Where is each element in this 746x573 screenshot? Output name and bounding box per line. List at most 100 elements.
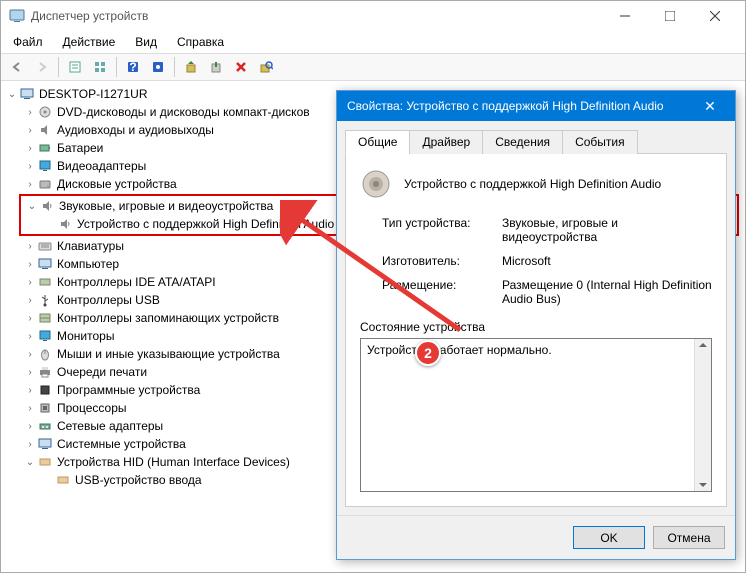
maximize-button[interactable] (647, 2, 692, 30)
expand-icon[interactable]: › (23, 367, 37, 378)
uninstall-button[interactable] (229, 55, 253, 79)
expand-icon[interactable]: › (23, 331, 37, 342)
mouse-icon (37, 346, 53, 362)
cpu-icon (37, 400, 53, 416)
expand-icon[interactable]: › (23, 349, 37, 360)
tree-label: Контроллеры запоминающих устройств (57, 311, 287, 325)
network-icon (37, 418, 53, 434)
disc-icon (37, 104, 53, 120)
expand-icon[interactable]: › (23, 277, 37, 288)
expand-icon[interactable]: › (23, 295, 37, 306)
storage-icon (37, 310, 53, 326)
status-text: Устройство работает нормально. (367, 343, 552, 357)
expand-icon[interactable]: › (23, 313, 37, 324)
display-icon (37, 158, 53, 174)
battery-icon (37, 140, 53, 156)
expand-icon[interactable]: › (23, 125, 37, 136)
hid-icon (55, 472, 71, 488)
audio-icon (37, 122, 53, 138)
disable-button[interactable] (204, 55, 228, 79)
expand-icon[interactable]: › (23, 403, 37, 414)
tree-label: Мониторы (57, 329, 122, 343)
properties-button[interactable] (63, 55, 87, 79)
hid-icon (37, 454, 53, 470)
tree-label: Сетевые адаптеры (57, 419, 171, 433)
tree-label: Очереди печати (57, 365, 155, 379)
properties-dialog: Свойства: Устройство с поддержкой High D… (336, 90, 736, 560)
close-button[interactable] (692, 2, 737, 30)
expand-icon[interactable]: › (23, 143, 37, 154)
expand-icon[interactable]: › (23, 107, 37, 118)
tree-label: Дисковые устройства (57, 177, 185, 191)
tree-label: Компьютер (57, 257, 127, 271)
tree-label: Мыши и иные указывающие устройства (57, 347, 288, 361)
tab-events[interactable]: События (562, 130, 638, 154)
tree-label: Видеоадаптеры (57, 159, 154, 173)
menu-help[interactable]: Справка (169, 33, 232, 51)
controller-icon (37, 274, 53, 290)
keyboard-icon (37, 238, 53, 254)
expand-icon[interactable]: › (23, 259, 37, 270)
menu-action[interactable]: Действие (55, 33, 124, 51)
tree-label: USB-устройство ввода (75, 473, 210, 487)
tab-general-panel: Устройство с поддержкой High Definition … (345, 154, 727, 507)
menu-view[interactable]: Вид (127, 33, 165, 51)
device-name: Устройство с поддержкой High Definition … (404, 177, 661, 191)
system-icon (37, 436, 53, 452)
back-button[interactable] (5, 55, 29, 79)
status-label: Состояние устройства (360, 320, 712, 334)
speaker-icon (360, 168, 392, 200)
tree-label: Процессоры (57, 401, 135, 415)
dialog-close-button[interactable]: ✕ (695, 91, 725, 121)
scrollbar[interactable] (694, 339, 711, 491)
expand-icon[interactable]: › (23, 421, 37, 432)
tree-label: DESKTOP-I1271UR (39, 87, 156, 101)
tab-details[interactable]: Сведения (482, 130, 563, 154)
update-driver-button[interactable] (179, 55, 203, 79)
tree-label: Батареи (57, 141, 111, 155)
computer-icon (19, 86, 35, 102)
location-label: Размещение: (382, 278, 502, 306)
tab-driver[interactable]: Драйвер (409, 130, 483, 154)
view-button[interactable] (88, 55, 112, 79)
computer-icon (37, 256, 53, 272)
toolbar: ? (1, 53, 745, 81)
expand-icon[interactable]: › (23, 385, 37, 396)
status-textarea[interactable]: Устройство работает нормально. (360, 338, 712, 492)
tree-label: Контроллеры IDE ATA/ATAPI (57, 275, 224, 289)
ok-button[interactable]: OK (573, 526, 645, 549)
forward-button[interactable] (30, 55, 54, 79)
expand-icon[interactable]: › (23, 241, 37, 252)
expand-icon[interactable]: ⌄ (25, 201, 39, 212)
monitor-icon (37, 328, 53, 344)
scan-hardware-button[interactable] (254, 55, 278, 79)
menubar: Файл Действие Вид Справка (1, 31, 745, 53)
tree-label: Аудиовходы и аудиовыходы (57, 123, 222, 137)
expand-icon[interactable]: ⌄ (5, 89, 19, 100)
annotation-badge: 2 (415, 340, 441, 366)
expand-icon[interactable]: › (23, 439, 37, 450)
action-button[interactable] (146, 55, 170, 79)
help-button[interactable]: ? (121, 55, 145, 79)
tab-general[interactable]: Общие (345, 130, 410, 154)
manufacturer-label: Изготовитель: (382, 254, 502, 268)
tree-label: Устройство с поддержкой High Definition … (77, 217, 342, 231)
expand-icon[interactable]: › (23, 179, 37, 190)
dialog-title: Свойства: Устройство с поддержкой High D… (347, 99, 695, 113)
cancel-button[interactable]: Отмена (653, 526, 725, 549)
minimize-button[interactable] (602, 2, 647, 30)
expand-icon[interactable]: ⌄ (23, 457, 37, 468)
tab-strip: Общие Драйвер Сведения События (345, 129, 727, 154)
speaker-icon (39, 198, 55, 214)
window-title: Диспетчер устройств (31, 9, 602, 23)
expand-icon[interactable]: › (23, 161, 37, 172)
titlebar: Диспетчер устройств (1, 1, 745, 31)
tree-label: Устройства HID (Human Interface Devices) (57, 455, 298, 469)
type-label: Тип устройства: (382, 216, 502, 244)
app-icon (9, 8, 25, 24)
printer-icon (37, 364, 53, 380)
location-value: Размещение 0 (Internal High Definition A… (502, 278, 712, 306)
menu-file[interactable]: Файл (5, 33, 51, 51)
tree-label: Звуковые, игровые и видеоустройства (59, 199, 281, 213)
tree-label: Системные устройства (57, 437, 194, 451)
